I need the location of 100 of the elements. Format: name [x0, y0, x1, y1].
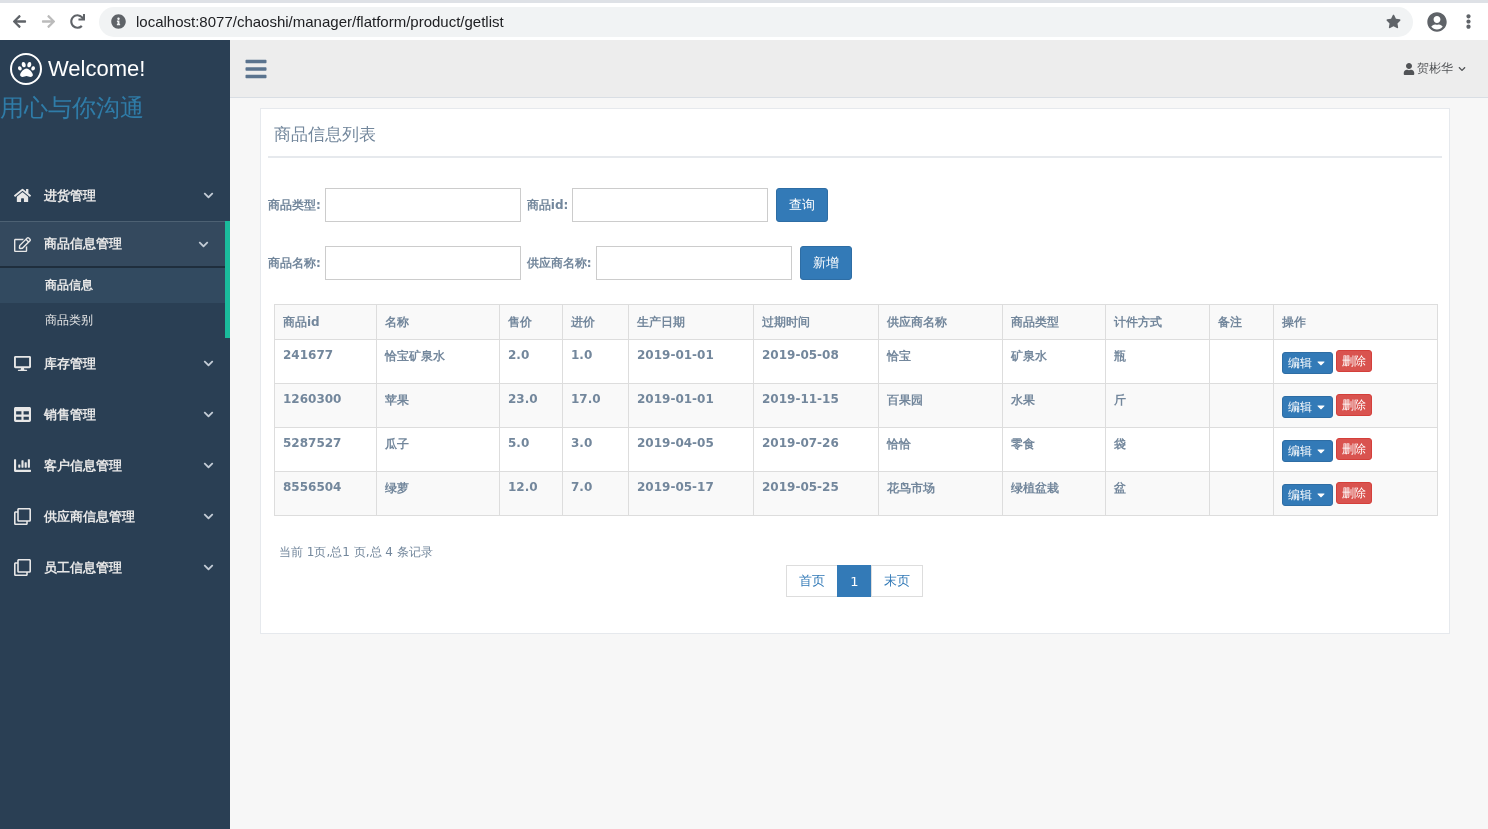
- input-field[interactable]: [572, 188, 769, 222]
- grid-icon: [14, 406, 31, 423]
- field-label: 供应商名称:: [526, 254, 592, 272]
- chevron-icon: [203, 460, 214, 471]
- table-cell: 2019-04-05: [628, 427, 754, 472]
- edit-button[interactable]: 编辑: [1282, 396, 1333, 418]
- table-cell: 1260300: [274, 383, 377, 428]
- column-header: 名称: [376, 304, 500, 340]
- delete-button[interactable]: 删除: [1336, 394, 1372, 416]
- table-cell: 瓶: [1105, 339, 1210, 384]
- back-icon[interactable]: [12, 14, 27, 29]
- input-field[interactable]: [324, 246, 521, 280]
- slogan: 用心与你沟通: [0, 93, 145, 124]
- paw-logo-icon: [10, 53, 42, 85]
- delete-button[interactable]: 删除: [1336, 438, 1372, 460]
- column-header: 进价: [562, 304, 629, 340]
- chevron-icon: [203, 190, 214, 201]
- table-cell: 12.0: [499, 471, 563, 516]
- table-cell: 瓜子: [376, 427, 500, 472]
- edit-button[interactable]: 编辑: [1282, 484, 1333, 506]
- house-icon: [14, 187, 31, 204]
- reload-icon[interactable]: [70, 14, 85, 29]
- edit-icon: [14, 235, 31, 253]
- submenu-item[interactable]: 商品信息: [0, 268, 225, 303]
- edit-button[interactable]: 编辑: [1282, 352, 1333, 374]
- panel-title: 商品信息列表: [268, 119, 1442, 158]
- table-cell: 2019-07-26: [753, 427, 879, 472]
- column-header: 售价: [499, 304, 563, 340]
- column-header: 操作: [1273, 304, 1438, 340]
- table-cell: 3.0: [562, 427, 629, 472]
- table-cell: 5287527: [274, 427, 377, 472]
- copy-icon: [14, 559, 31, 576]
- table-cell: 2019-01-01: [628, 339, 754, 384]
- menu-item[interactable]: 供应商信息管理: [0, 491, 230, 542]
- table-cell: 盆: [1105, 471, 1210, 516]
- chevron-icon: [203, 409, 214, 420]
- table-cell: 7.0: [562, 471, 629, 516]
- user-menu[interactable]: 贺彬华: [1403, 60, 1466, 77]
- chevron-icon: [1458, 64, 1466, 73]
- chevron-icon: [203, 562, 214, 573]
- chevron-icon: [203, 358, 214, 369]
- menu-item[interactable]: 库存管理: [0, 338, 230, 389]
- table-cell: 241677: [274, 339, 377, 384]
- table-cell: 袋: [1105, 427, 1210, 472]
- record-summary: 当前 1页,总1 页,总 4 条记录: [279, 544, 434, 561]
- page-button[interactable]: 1: [837, 565, 872, 597]
- info-icon: [111, 14, 126, 29]
- user-icon: [1403, 62, 1415, 75]
- submenu-item[interactable]: 商品类别: [0, 303, 225, 338]
- column-header: 商品类型: [1002, 304, 1106, 340]
- field-label: 商品类型:: [268, 196, 321, 214]
- menu-item[interactable]: 员工信息管理: [0, 542, 230, 593]
- query-button[interactable]: 查询: [776, 188, 829, 222]
- table-cell: 2019-05-17: [628, 471, 754, 516]
- table-cell: 5.0: [499, 427, 563, 472]
- menu-item[interactable]: 进货管理: [0, 170, 230, 221]
- table-cell: 水果: [1002, 383, 1106, 428]
- table-cell: 2019-01-01: [628, 383, 754, 428]
- monitor-icon: [14, 355, 31, 372]
- field-label: 商品名称:: [268, 254, 321, 272]
- table-cell: 花鸟市场: [878, 471, 1003, 516]
- chevron-icon: [203, 511, 214, 522]
- delete-button[interactable]: 删除: [1336, 350, 1372, 372]
- bar-chart-icon: [14, 457, 31, 474]
- table-cell: 2019-11-15: [753, 383, 879, 428]
- column-header: 生产日期: [628, 304, 754, 340]
- column-header: 商品id: [274, 304, 377, 340]
- input-field[interactable]: [595, 246, 792, 280]
- page-button[interactable]: 末页: [870, 565, 923, 597]
- menu-item[interactable]: 销售管理: [0, 389, 230, 440]
- table-cell: 8556504: [274, 471, 377, 516]
- table-cell: 恰恰: [878, 427, 1003, 472]
- table-cell: 恰宝: [878, 339, 1003, 384]
- edit-button[interactable]: 编辑: [1282, 440, 1333, 462]
- table-cell: 17.0: [562, 383, 629, 428]
- star-icon[interactable]: [1386, 14, 1401, 29]
- table-cell: 苹果: [376, 383, 500, 428]
- profile-icon[interactable]: [1427, 11, 1447, 32]
- delete-button[interactable]: 删除: [1336, 482, 1372, 504]
- brand-title: Welcome!: [48, 56, 146, 82]
- page-button[interactable]: 首页: [786, 565, 839, 597]
- menu-item[interactable]: 商品信息管理: [0, 221, 225, 268]
- column-header: 供应商名称: [878, 304, 1003, 340]
- table-cell: 2019-05-25: [753, 471, 879, 516]
- table-cell: 零食: [1002, 427, 1106, 472]
- table-cell: 矿泉水: [1002, 339, 1106, 384]
- table-cell: 1.0: [562, 339, 629, 384]
- table-cell: 2.0: [499, 339, 563, 384]
- column-header: 计件方式: [1105, 304, 1210, 340]
- column-header: 过期时间: [753, 304, 879, 340]
- table-cell: 斤: [1105, 383, 1210, 428]
- input-field[interactable]: [324, 188, 521, 222]
- table-cell: 绿萝: [376, 471, 500, 516]
- table-cell: 23.0: [499, 383, 563, 428]
- menu-item[interactable]: 客户信息管理: [0, 440, 230, 491]
- table-cell: 2019-05-08: [753, 339, 879, 384]
- table-cell: 绿植盆栽: [1002, 471, 1106, 516]
- address-bar[interactable]: localhost:8077/chaoshi/manager/flatform/product/getlist: [99, 6, 1413, 37]
- add-button[interactable]: 新增: [799, 246, 852, 280]
- field-label: 商品id:: [526, 196, 569, 214]
